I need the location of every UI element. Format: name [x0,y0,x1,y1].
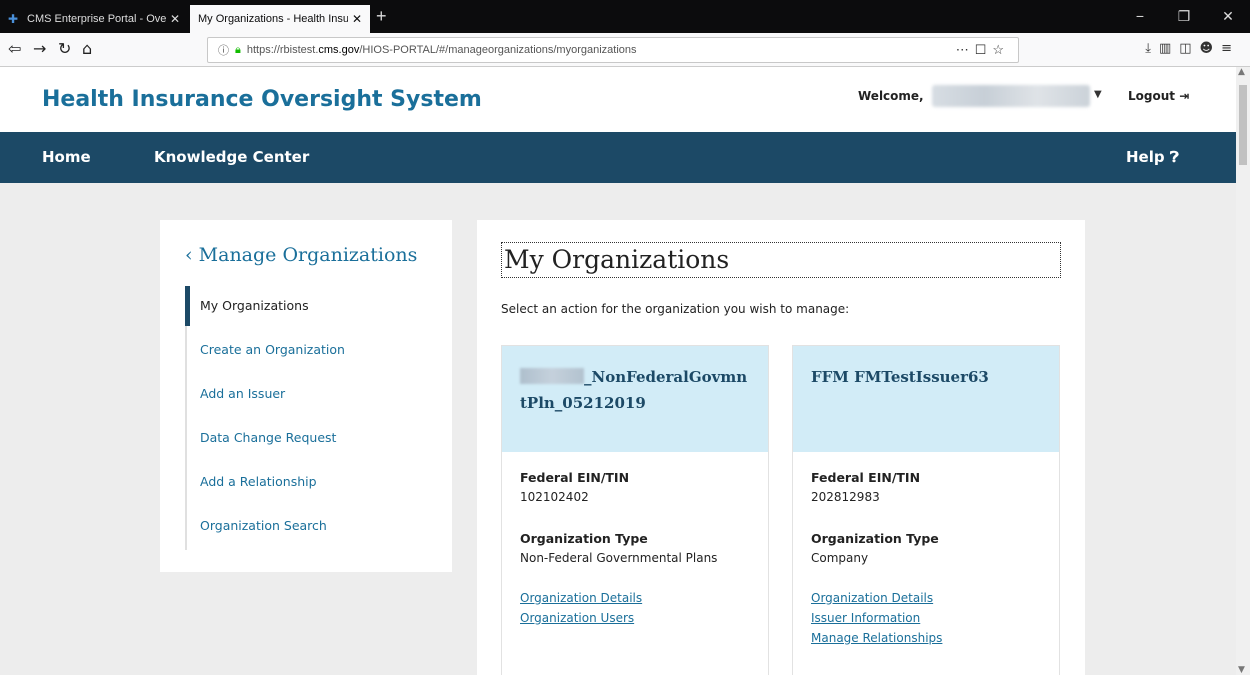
organization-details-link[interactable]: Organization Details [811,591,1041,605]
logout-icon: ⇥ [1179,89,1190,103]
organization-details-link[interactable]: Organization Details [520,591,750,605]
ein-value: 102102402 [520,490,589,504]
tab-title: My Organizations - Health Insuranc [198,13,348,25]
organization-name-part: tPln_05212019 [520,394,646,412]
organization-users-link[interactable]: Organization Users [520,611,750,625]
scroll-thumb[interactable] [1239,85,1247,165]
welcome-label: Welcome, [858,89,924,103]
page-scrollbar[interactable]: ▲ ▼ [1236,67,1250,675]
issuer-information-link[interactable]: Issuer Information [811,611,1041,625]
main-panel: My Organizations Select an action for th… [477,220,1085,675]
scroll-up-icon[interactable]: ▲ [1238,67,1245,77]
tab-close-icon[interactable]: ✕ [352,12,362,26]
logout-link[interactable]: Logout ⇥ [1128,89,1189,103]
sidebar-heading: Manage Organizations [198,244,418,266]
toolbar-icons[interactable]: ⤓▥◫☻≡ [1145,41,1240,56]
organization-name: _NonFederalGovmn tPln_05212019 [502,346,768,452]
browser-tab-my-organizations[interactable]: My Organizations - Health Insuranc ✕ [190,5,370,33]
home-icon[interactable]: ⌂ [82,39,92,58]
scroll-down-icon[interactable]: ▼ [1238,665,1245,675]
organization-type-label: Organization Type [811,531,939,546]
sidebar-item-add-issuer[interactable]: Add an Issuer [187,374,437,418]
tab-title: CMS Enterprise Portal - Overvie [27,13,166,25]
close-window-button[interactable]: ✕ [1206,0,1250,33]
back-arrow-icon[interactable]: ⇦ [8,39,21,58]
nav-help[interactable]: Help ❓︎ [1126,148,1179,166]
main-nav: Home Knowledge Center Help ❓︎ [0,132,1236,183]
new-tab-button[interactable]: + [376,6,387,27]
help-label: Help [1126,148,1165,166]
url-prefix: https://rbistest. [246,44,319,56]
site-title[interactable]: Health Insurance Oversight System [42,87,482,112]
organization-name-redacted [520,368,584,384]
sidebar-item-data-change-request[interactable]: Data Change Request [187,418,437,462]
site-header: Health Insurance Oversight System Welcom… [0,67,1236,132]
url-bar[interactable]: ⓘ 🔒︎ https://rbistest. cms.gov/HIOS-PORTA… [207,37,1019,63]
url-host: cms.gov [318,44,360,56]
organization-type-value: Non-Federal Governmental Plans [520,551,718,565]
chevron-left-icon: ‹ [185,244,193,266]
forward-arrow-icon[interactable]: → [33,39,46,58]
sidebar-item-create-organization[interactable]: Create an Organization [187,330,437,374]
info-icon[interactable]: ⓘ [218,42,229,58]
browser-tab-bar: ✚ CMS Enterprise Portal - Overvie ✕ My O… [0,0,1250,33]
organization-type-label: Organization Type [520,531,648,546]
intro-text: Select an action for the organization yo… [501,302,850,316]
browser-tab-cms-portal[interactable]: ✚ CMS Enterprise Portal - Overvie ✕ [0,5,188,33]
browser-toolbar: ⇦ → ↻ ⌂ ⓘ 🔒︎ https://rbistest. cms.gov/HI… [0,33,1250,67]
sidebar-item-add-relationship[interactable]: Add a Relationship [187,462,437,506]
reload-icon[interactable]: ↻ [58,39,71,58]
page-actions-icons[interactable]: ⋯☐☆ [956,42,1010,58]
window-controls: − ❐ ✕ [1118,0,1250,33]
logout-label: Logout [1128,89,1176,103]
organization-name-part: _NonFederalGovmn [584,368,748,386]
sidebar-back-link[interactable]: ‹ Manage Organizations [185,244,417,266]
sidebar-nav-list: My Organizations Create an Organization … [185,286,437,550]
organization-type-value: Company [811,551,869,565]
ein-label: Federal EIN/TIN [811,470,921,485]
restore-button[interactable]: ❐ [1162,0,1206,33]
sidebar-item-my-organizations[interactable]: My Organizations [185,286,437,330]
lock-icon: 🔒︎ [235,43,241,56]
cms-favicon-icon: ✚ [8,12,19,26]
help-question-icon: ❓︎ [1169,148,1179,166]
url-path: /HIOS-PORTAL/#/manageorganizations/myorg… [359,44,637,56]
ein-value: 202812983 [811,490,880,504]
tab-close-icon[interactable]: ✕ [170,12,180,26]
manage-relationships-link[interactable]: Manage Relationships [811,631,1041,645]
user-name-redacted[interactable] [932,85,1090,107]
user-dropdown-chevron-icon[interactable]: ▼ [1094,89,1102,100]
nav-home[interactable]: Home [42,148,91,166]
minimize-button[interactable]: − [1118,0,1162,33]
organization-card: FFM FMTestIssuer63 Federal EIN/TIN 20281… [792,345,1060,675]
page-title: My Organizations [501,242,1061,278]
ein-label: Federal EIN/TIN [520,470,630,485]
manage-organizations-sidebar: ‹ Manage Organizations My Organizations … [160,220,452,572]
organization-card: _NonFederalGovmn tPln_05212019 Federal E… [501,345,769,675]
nav-knowledge-center[interactable]: Knowledge Center [154,148,309,166]
organization-name: FFM FMTestIssuer63 [793,346,1059,452]
sidebar-item-organization-search[interactable]: Organization Search [187,506,437,550]
